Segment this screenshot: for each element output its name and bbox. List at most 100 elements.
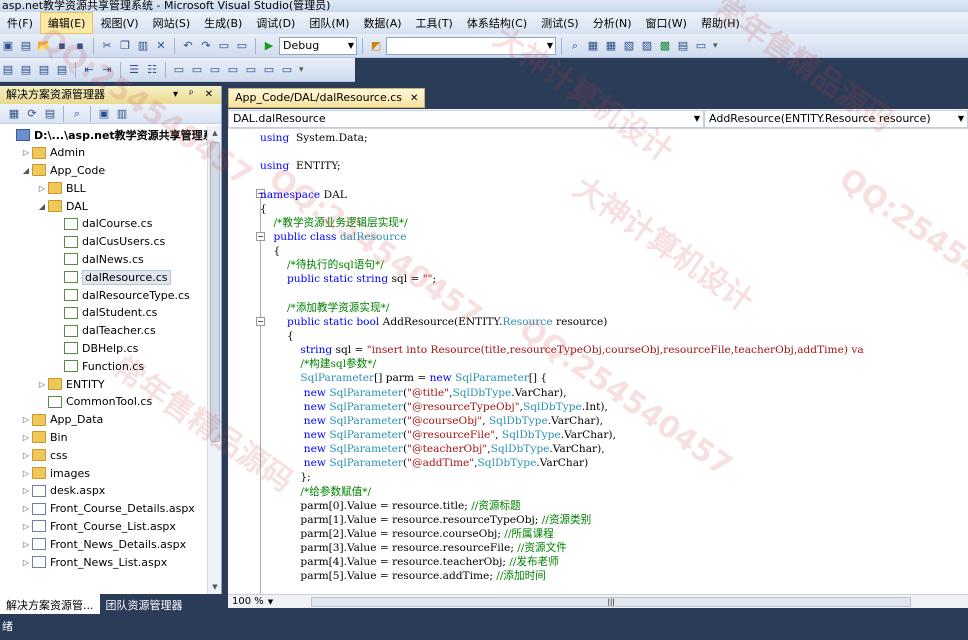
decrease-indent-icon[interactable]: ⇤: [81, 62, 97, 78]
menu-item[interactable]: 帮助(H): [694, 13, 747, 33]
tree-item[interactable]: dalResource.cs: [0, 268, 207, 286]
expand-toggle-icon[interactable]: ▷: [20, 558, 32, 567]
toolbox-icon[interactable]: ▧: [621, 38, 637, 54]
object-browser-icon[interactable]: ▦: [603, 38, 619, 54]
tree-item[interactable]: ▷ Front_News_List.aspx: [0, 553, 207, 571]
clear-bookmarks-icon[interactable]: ▭: [261, 62, 277, 78]
expand-toggle-icon[interactable]: ▷: [20, 469, 32, 478]
scrollbar-thumb[interactable]: |||: [311, 596, 912, 607]
menu-item[interactable]: 窗口(W): [639, 13, 694, 33]
tree-item[interactable]: Function.cs: [0, 357, 207, 375]
tree-item[interactable]: ▷ css: [0, 446, 207, 464]
tree-item[interactable]: ▷ App_Data: [0, 411, 207, 429]
nest-related-files-icon[interactable]: ▣: [96, 106, 112, 122]
new-project-icon[interactable]: ▣: [0, 38, 16, 54]
menu-item[interactable]: 调试(D): [249, 13, 302, 33]
expand-toggle-icon[interactable]: ◢: [36, 202, 48, 211]
extension-manager-icon[interactable]: ▭: [693, 38, 709, 54]
tab-solution-explorer[interactable]: 解决方案资源管...: [0, 594, 100, 614]
view-in-browser-icon[interactable]: ⌕: [69, 106, 85, 122]
team-explorer-icon[interactable]: ▨: [639, 38, 655, 54]
menu-item[interactable]: 测试(S): [534, 13, 586, 33]
scroll-down-icon[interactable]: ▼: [208, 580, 222, 594]
tree-item[interactable]: ▷ Bin: [0, 429, 207, 447]
tree-item[interactable]: DBHelp.cs: [0, 340, 207, 358]
web-config-icon[interactable]: ▥: [114, 106, 130, 122]
next-bookmark-folder-icon[interactable]: ▭: [243, 62, 259, 78]
scrollbar-thumb[interactable]: [210, 142, 220, 442]
solution-config-select[interactable]: Debug ▼: [279, 36, 357, 55]
prev-bookmark-icon[interactable]: ▭: [189, 62, 205, 78]
find-in-files-icon[interactable]: ◩: [368, 38, 384, 54]
properties-icon[interactable]: ▦: [6, 106, 22, 122]
menu-item[interactable]: 视图(V): [93, 13, 145, 33]
tree-item[interactable]: ▷ Front_News_Details.aspx: [0, 535, 207, 553]
save-icon[interactable]: ▪: [54, 38, 70, 54]
expand-toggle-icon[interactable]: ▷: [20, 415, 32, 424]
cut-icon[interactable]: ✂: [99, 38, 115, 54]
find-combo[interactable]: ▼: [386, 36, 556, 55]
prev-bookmark-folder-icon[interactable]: ▭: [225, 62, 241, 78]
tree-item[interactable]: dalResourceType.cs: [0, 286, 207, 304]
refresh-icon[interactable]: ⟳: [24, 106, 40, 122]
toolbar-options-icon[interactable]: ▾: [713, 41, 718, 51]
find-icon[interactable]: ⌕: [567, 38, 583, 54]
tree-item[interactable]: dalNews.cs: [0, 251, 207, 269]
bookmark-icon[interactable]: ▭: [171, 62, 187, 78]
expand-toggle-icon[interactable]: ◢: [20, 166, 32, 175]
increase-indent-icon[interactable]: ⇥: [99, 62, 115, 78]
tree-item[interactable]: ▷ Front_Course_Details.aspx: [0, 500, 207, 518]
complete-word-icon[interactable]: ▤: [54, 62, 70, 78]
tree-item[interactable]: dalTeacher.cs: [0, 322, 207, 340]
tree-item[interactable]: ▷ images: [0, 464, 207, 482]
tree-item[interactable]: ▷ Admin: [0, 144, 207, 162]
tree-item[interactable]: ▷ ENTITY: [0, 375, 207, 393]
list-members-icon[interactable]: ▤: [0, 62, 16, 78]
document-tab[interactable]: App_Code/DAL/dalResource.cs ✕: [228, 88, 426, 108]
panel-controls[interactable]: ▾ ᵖ ✕: [173, 86, 217, 104]
type-dropdown[interactable]: DAL.dalResource ▼: [228, 110, 704, 128]
start-page-icon[interactable]: ▤: [675, 38, 691, 54]
uncomment-icon[interactable]: ☷: [144, 62, 160, 78]
tree-item[interactable]: dalStudent.cs: [0, 304, 207, 322]
menu-item[interactable]: 团队(M): [302, 13, 356, 33]
menu-item[interactable]: 工具(T): [409, 13, 460, 33]
tree-item[interactable]: CommonTool.cs: [0, 393, 207, 411]
tree-item[interactable]: ▷ Front_Course_List.aspx: [0, 518, 207, 536]
server-explorer-icon[interactable]: ▩: [657, 38, 673, 54]
tree-scrollbar[interactable]: ▲ ▼: [207, 126, 221, 594]
comment-icon[interactable]: ☰: [126, 62, 142, 78]
tree-item[interactable]: ▷ desk.aspx: [0, 482, 207, 500]
code-text[interactable]: using System.Data; using ENTITY; namespace…: [260, 131, 968, 591]
chevron-down-icon[interactable]: ▼: [268, 598, 273, 606]
expand-toggle-icon[interactable]: ▷: [20, 504, 32, 513]
zoom-level[interactable]: 100 %: [228, 596, 268, 607]
close-icon[interactable]: ✕: [410, 93, 418, 104]
show-all-files-icon[interactable]: ▤: [42, 106, 58, 122]
next-bookmark-icon[interactable]: ▭: [207, 62, 223, 78]
expand-toggle-icon[interactable]: ▷: [20, 486, 32, 495]
undo-icon[interactable]: ↶: [180, 38, 196, 54]
parameter-info-icon[interactable]: ▤: [18, 62, 34, 78]
menu-item[interactable]: 生成(B): [197, 13, 249, 33]
redo-icon[interactable]: ↷: [198, 38, 214, 54]
expand-toggle-icon[interactable]: ▷: [36, 380, 48, 389]
tree-item[interactable]: ▷ BLL: [0, 179, 207, 197]
navigate-forward-icon[interactable]: ▭: [234, 38, 250, 54]
expand-toggle-icon[interactable]: ▷: [20, 451, 32, 460]
scroll-up-icon[interactable]: ▲: [208, 126, 222, 140]
tree-item[interactable]: dalCusUsers.cs: [0, 233, 207, 251]
menu-item[interactable]: 编辑(E): [39, 12, 94, 34]
save-all-icon[interactable]: ▪: [72, 38, 88, 54]
tree-item[interactable]: ◢ DAL: [0, 197, 207, 215]
menu-item[interactable]: 分析(N): [586, 13, 639, 33]
paste-icon[interactable]: ▥: [135, 38, 151, 54]
start-debug-icon[interactable]: ▶: [261, 38, 277, 54]
tree-item[interactable]: dalCourse.cs: [0, 215, 207, 233]
member-dropdown[interactable]: AddResource(ENTITY.Resource resource) ▼: [704, 110, 968, 128]
open-icon[interactable]: 📂: [36, 38, 52, 54]
menu-item[interactable]: 体系结构(C): [460, 13, 534, 33]
delete-icon[interactable]: ✕: [153, 38, 169, 54]
navigate-back-icon[interactable]: ▭: [216, 38, 232, 54]
bookmark-window-icon[interactable]: ▭: [279, 62, 295, 78]
